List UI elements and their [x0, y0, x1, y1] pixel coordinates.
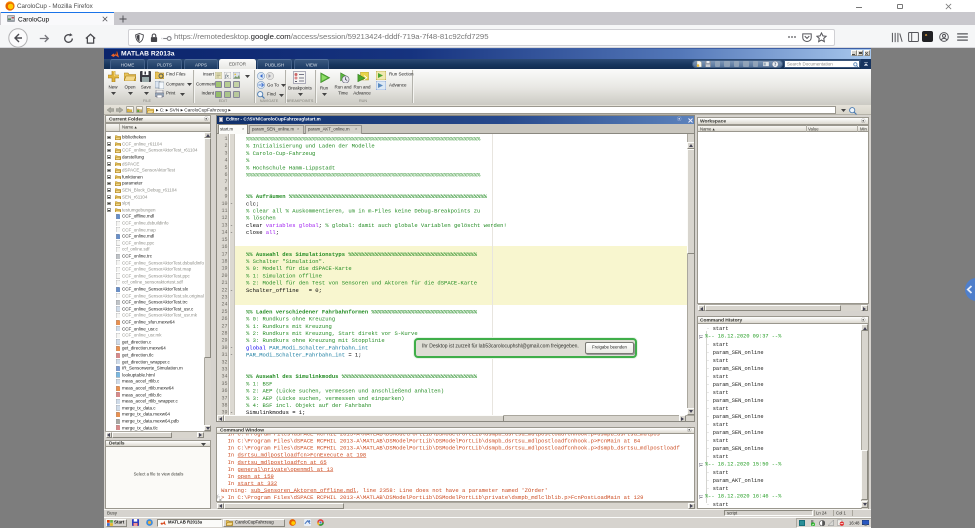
- svg-text:fx: fx: [225, 72, 230, 79]
